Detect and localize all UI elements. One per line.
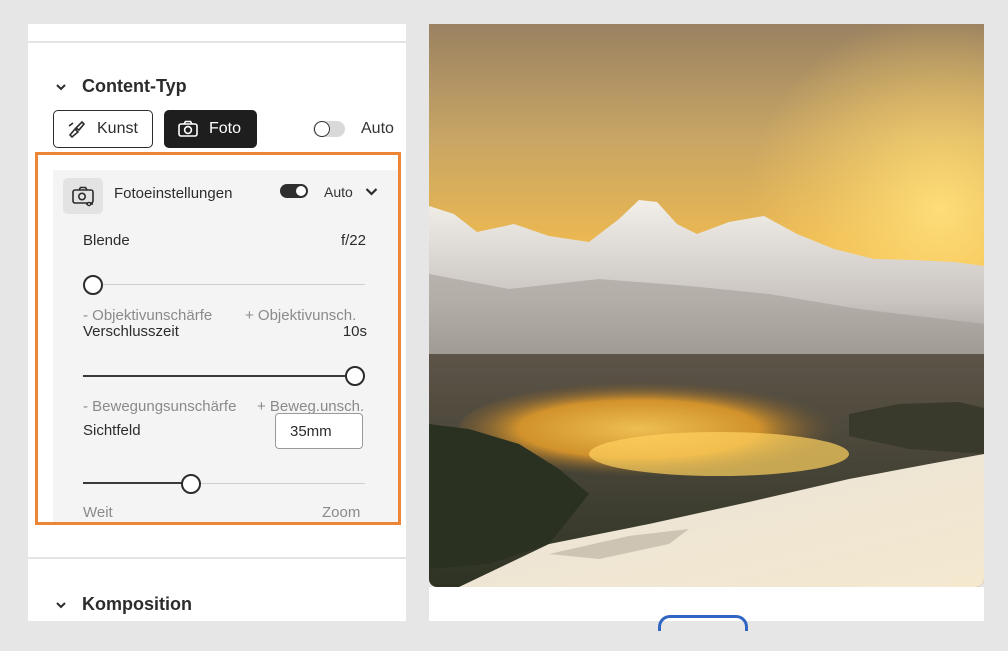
chevron-down-icon[interactable] bbox=[365, 187, 378, 197]
mountain-landscape-image bbox=[429, 24, 984, 587]
aperture-track[interactable] bbox=[83, 284, 365, 285]
toggle-knob bbox=[296, 186, 306, 196]
camera-settings-icon bbox=[72, 186, 94, 207]
brush-icon bbox=[68, 120, 86, 138]
content-type-auto-toggle[interactable] bbox=[313, 121, 345, 137]
chevron-down-icon bbox=[56, 601, 66, 608]
aperture-label: Blende bbox=[83, 232, 130, 249]
photo-settings-icon-box bbox=[63, 178, 103, 214]
shutter-label: Verschlusszeit bbox=[83, 323, 179, 340]
shutter-track[interactable] bbox=[83, 375, 351, 377]
aperture-hint-right: + Objektivunsch. bbox=[245, 307, 357, 324]
chevron-down-icon bbox=[56, 83, 66, 90]
shutter-slider-thumb[interactable] bbox=[345, 366, 365, 386]
field-of-view-slider-thumb[interactable] bbox=[181, 474, 201, 494]
composition-header[interactable]: Komposition bbox=[56, 594, 192, 615]
foto-label: Foto bbox=[209, 120, 242, 137]
photo-settings-card: Fotoeinstellungen Auto Blende f/22 - Obj… bbox=[53, 170, 399, 525]
divider bbox=[28, 557, 406, 559]
content-type-title: Content-Typ bbox=[82, 76, 187, 96]
field-of-view-input[interactable]: 35mm bbox=[275, 413, 363, 449]
kunst-button[interactable]: Kunst bbox=[53, 110, 153, 148]
kunst-label: Kunst bbox=[97, 120, 138, 137]
field-of-view-track[interactable] bbox=[183, 483, 365, 484]
shutter-value: 10s bbox=[342, 323, 367, 340]
aperture-slider-thumb[interactable] bbox=[83, 275, 103, 295]
camera-icon bbox=[178, 120, 198, 137]
photo-settings-title: Fotoeinstellungen bbox=[114, 185, 233, 202]
settings-panel: Content-Typ Kunst Foto Auto Fotoeinstell… bbox=[28, 24, 406, 621]
photo-settings-auto-label: Auto bbox=[324, 184, 353, 200]
field-of-view-hint-right: Zoom bbox=[322, 504, 361, 521]
composition-title: Komposition bbox=[82, 594, 192, 614]
aperture-value: f/22 bbox=[340, 232, 366, 249]
field-of-view-label: Sichtfeld bbox=[83, 422, 141, 439]
divider bbox=[28, 41, 406, 43]
toggle-knob bbox=[314, 121, 330, 137]
field-of-view-track-filled[interactable] bbox=[83, 482, 183, 484]
content-type-auto-label: Auto bbox=[361, 120, 394, 137]
shutter-hint-left: - Bewegungsunschärfe bbox=[83, 398, 237, 415]
foto-button[interactable]: Foto bbox=[164, 110, 257, 148]
content-type-header[interactable]: Content-Typ bbox=[56, 76, 187, 97]
action-button[interactable] bbox=[658, 615, 748, 631]
field-of-view-hint-left: Weit bbox=[83, 504, 113, 521]
generated-image-preview[interactable] bbox=[429, 24, 984, 587]
aperture-hint-left: - Objektivunschärfe bbox=[83, 307, 213, 324]
photo-settings-auto-toggle[interactable] bbox=[280, 184, 308, 198]
